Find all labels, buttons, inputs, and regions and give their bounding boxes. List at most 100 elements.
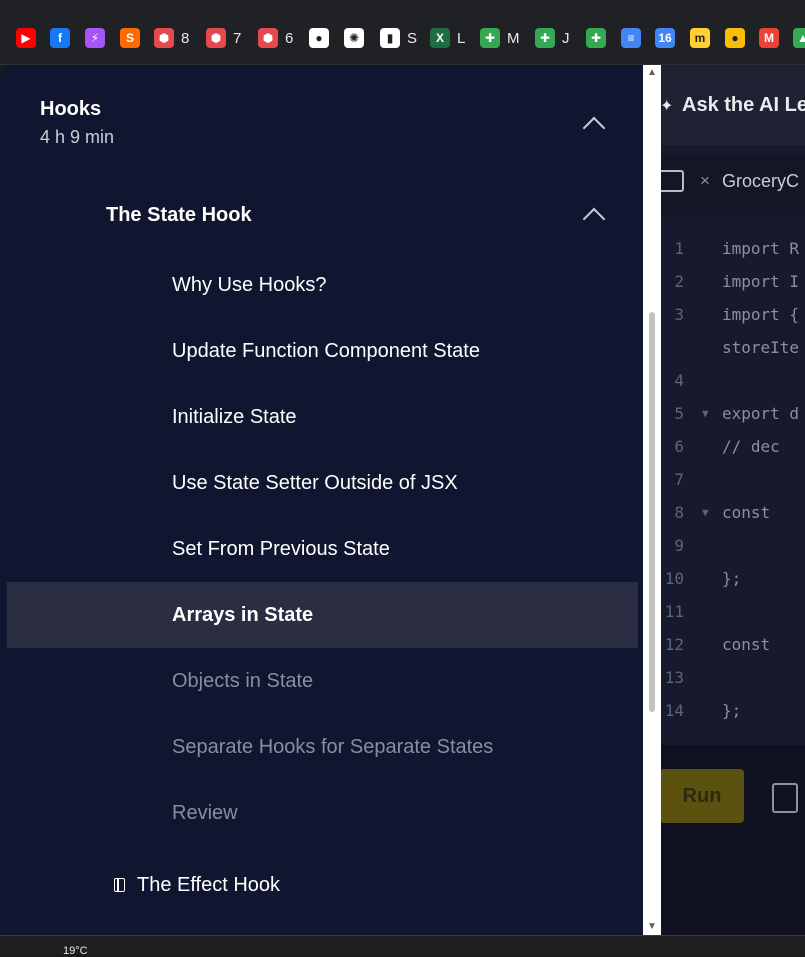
bookmark-item[interactable]: ⚡ [85, 27, 105, 49]
book-icon [114, 878, 125, 892]
course-nav-panel: Hooks 4 h 9 min The State Hook Why Use H… [0, 65, 643, 935]
lesson-item[interactable]: Initialize State [7, 384, 638, 450]
lesson-item[interactable]: Arrays in State [7, 582, 638, 648]
bookmark-item[interactable]: ✚ M [480, 27, 520, 49]
scroll-up-arrow-icon[interactable]: ▲ [643, 65, 661, 81]
bookmark-item[interactable]: ⬢ 7 [206, 27, 241, 49]
sheets-icon: ✚ [586, 28, 606, 48]
bookmark-item[interactable]: ▮ S [380, 27, 417, 49]
code-line: 10 }; [640, 569, 805, 602]
module-duration: 4 h 9 min [40, 127, 115, 147]
scroll-thumb[interactable] [649, 312, 655, 712]
fold-arrow-icon[interactable]: ▼ [702, 506, 709, 519]
bookmark-item[interactable]: XL [430, 27, 465, 49]
code-text: const [722, 503, 771, 522]
lesson-item[interactable]: Review [7, 780, 638, 846]
editor-tabs: × GroceryC [640, 155, 805, 215]
ask-ai-bar[interactable]: ✦ Ask the AI Le [640, 65, 805, 145]
bookmark-label: 7 [233, 29, 242, 47]
bookmark-label: J [562, 29, 570, 47]
close-tab-icon[interactable]: × [700, 171, 710, 191]
drive-icon: ▲ [793, 28, 805, 48]
code-area[interactable]: 1 import R 2 import I 3 import {storeIte 4 5 ▼ ex… [640, 215, 805, 745]
youtube-icon: ▶ [16, 28, 36, 48]
taskbar: 19°C [0, 935, 805, 957]
document-icon: ▮ [380, 28, 400, 48]
lesson-item[interactable]: Why Use Hooks? [7, 252, 638, 318]
code-line: 2 import I [640, 272, 805, 305]
code-line: 13 [640, 668, 805, 701]
file-tab[interactable]: GroceryC [722, 171, 799, 192]
lesson-item[interactable]: Set From Previous State [7, 516, 638, 582]
bookmark-item[interactable]: ▶ [16, 27, 36, 49]
code-line: storeIte [640, 338, 805, 371]
bookmark-item[interactable]: ✚ J [535, 27, 570, 49]
editor-footer: Run [640, 745, 805, 935]
lesson-item[interactable]: Update Function Component State [7, 318, 638, 384]
code-line: 8 ▼ const [640, 503, 805, 536]
openai-icon: ✺ [344, 28, 364, 48]
bookmark-item[interactable]: 16 [655, 27, 675, 49]
fold-arrow-icon[interactable]: ▼ [702, 407, 709, 420]
calendar-icon: 16 [655, 28, 675, 48]
lesson-title[interactable]: The State Hook [106, 204, 252, 227]
bookmark-label: 6 [285, 29, 294, 47]
sheets-icon: ✚ [480, 28, 500, 48]
bookmark-item[interactable]: S [120, 27, 140, 49]
code-line: 1 import R [640, 239, 805, 272]
bookmark-label: S [407, 29, 418, 47]
bookmark-item[interactable]: ● [309, 27, 329, 49]
code-line: 6 // dec [640, 437, 805, 470]
docs-icon: ≡ [621, 28, 641, 48]
bookmark-label: L [457, 29, 466, 47]
code-line: 14 }; [640, 701, 805, 734]
bookmarks-bar: ▶ f ⚡ S ⬢ 8 ⬢ 7 ⬢ 6 ● ✺ ▮ S X L ✚ M ✚ J ✚ ≡ 16 m ● M ▲ [0, 0, 805, 65]
facebook-icon: f [50, 28, 70, 48]
lesson-item[interactable]: Use State Setter Outside of JSX [7, 450, 638, 516]
run-button[interactable]: Run [660, 769, 744, 823]
next-lesson-link[interactable]: The Effect Hook [114, 871, 280, 899]
code-text: }; [722, 701, 742, 720]
github-icon: ● [309, 28, 329, 48]
code-text: // dec [722, 437, 780, 456]
bookmark-label: M [507, 29, 520, 47]
swirl-icon: S [120, 28, 140, 48]
ask-ai-label: Ask the AI Le [682, 94, 805, 116]
code-line: 9 [640, 536, 805, 569]
hexagon-icon: ⬢ [206, 28, 226, 48]
chevron-up-icon[interactable] [582, 207, 606, 231]
module-title[interactable]: Hooks [40, 98, 101, 121]
code-line: 11 [640, 602, 805, 635]
miro-icon: m [690, 28, 710, 48]
code-text: const [722, 635, 771, 654]
next-lesson-label: The Effect Hook [137, 873, 281, 896]
code-text: storeIte [722, 338, 800, 357]
bookmark-item[interactable]: ● [725, 27, 745, 49]
sheets-icon: ✚ [535, 28, 555, 48]
bookmark-item[interactable]: f [50, 27, 70, 49]
bookmark-item[interactable]: m [690, 27, 710, 49]
bookmark-item[interactable]: M [759, 27, 779, 49]
lesson-item[interactable]: Objects in State [7, 648, 638, 714]
code-line: 5 ▼ export d [640, 404, 805, 437]
hexagon-icon: ⬢ [154, 28, 174, 48]
bookmark-item[interactable]: ✚ [586, 27, 606, 49]
bookmark-item[interactable]: ⬢ 8 [154, 27, 189, 49]
clipboard-icon[interactable] [772, 783, 798, 813]
scroll-down-arrow-icon[interactable]: ▼ [643, 919, 661, 935]
bookmark-item[interactable]: ✺ [344, 27, 364, 49]
lesson-item[interactable]: Separate Hooks for Separate States [7, 714, 638, 780]
bookmark-item[interactable]: ▲ [793, 27, 805, 49]
code-line: 12 const [640, 635, 805, 668]
keep-icon: ● [725, 28, 745, 48]
nav-scrollbar[interactable]: ▲ ▼ [643, 65, 661, 935]
code-line: 4 [640, 371, 805, 404]
bookmark-item[interactable]: ⬢ 6 [258, 27, 293, 49]
gmail-icon: M [759, 28, 779, 48]
messenger-icon: ⚡ [85, 28, 105, 48]
code-line: 3 import { [640, 305, 805, 338]
folder-icon[interactable] [658, 170, 684, 192]
chevron-up-icon[interactable] [582, 116, 606, 140]
code-line: 7 [640, 470, 805, 503]
bookmark-item[interactable]: ≡ [621, 27, 641, 49]
